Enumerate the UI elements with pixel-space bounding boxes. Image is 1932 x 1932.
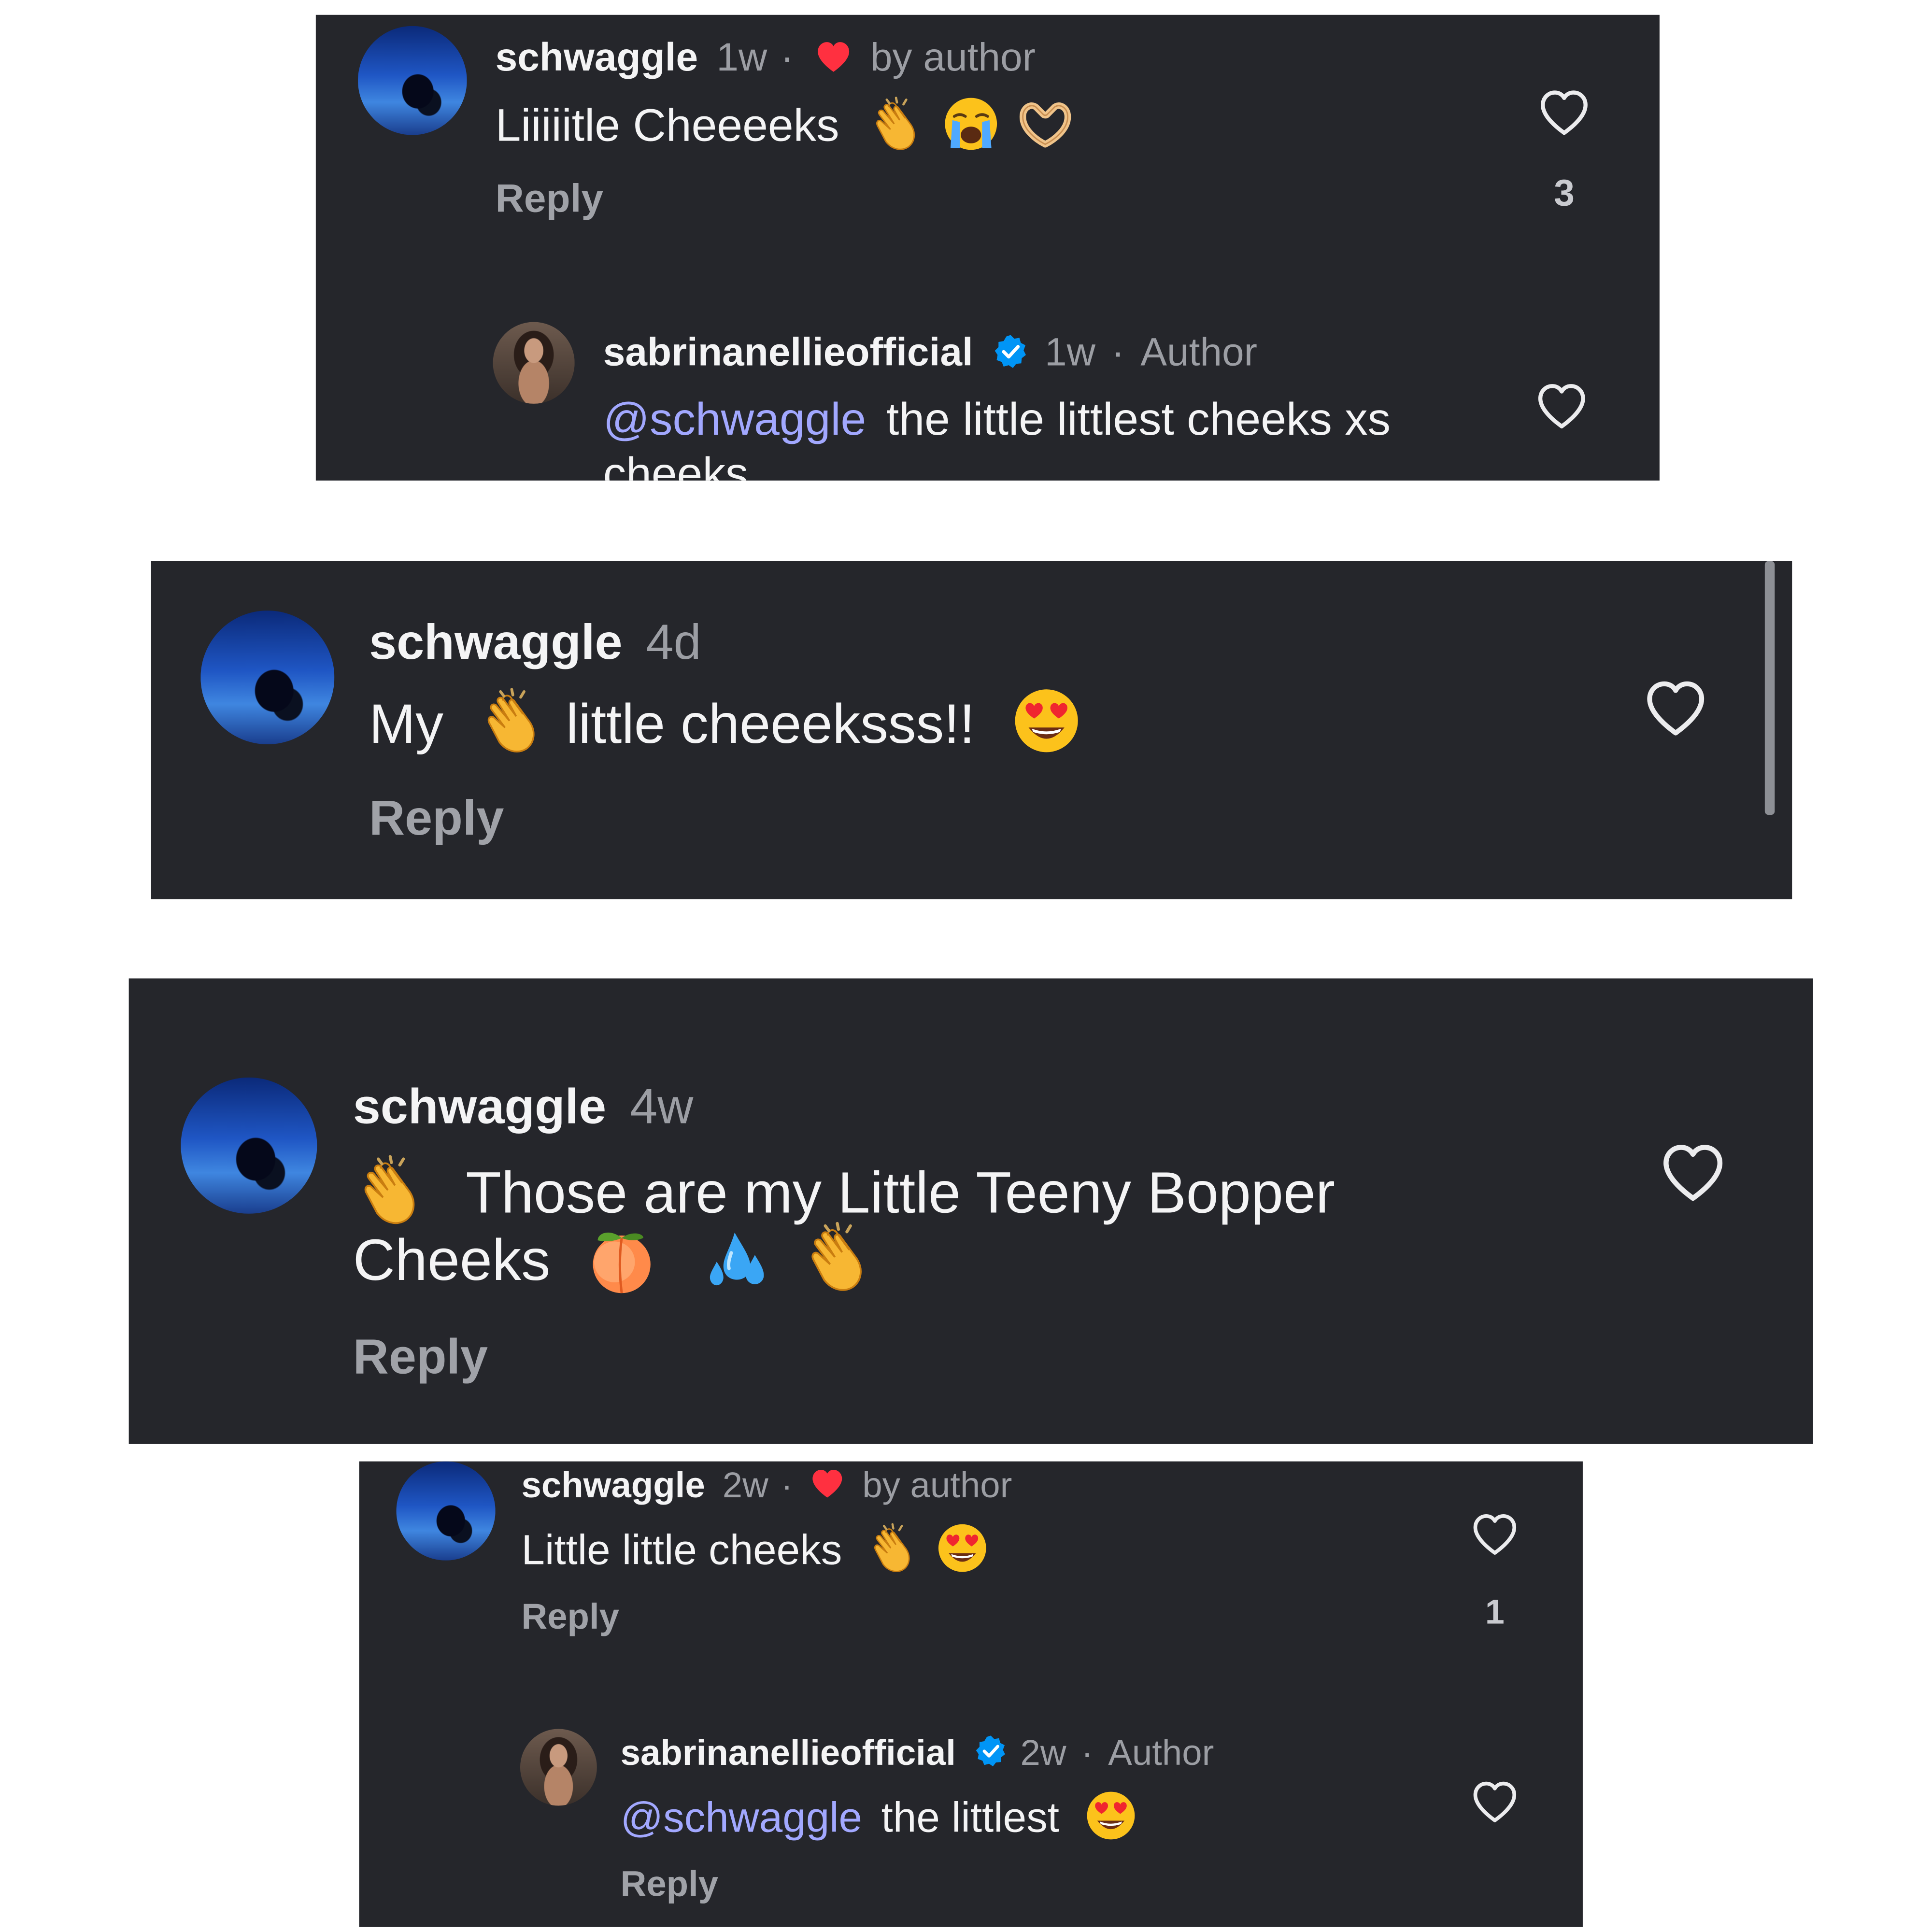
separator-dot: ·	[781, 34, 794, 80]
clapping-hands-emoji	[353, 1152, 432, 1229]
avatar[interactable]	[520, 1729, 597, 1806]
verified-badge-icon	[992, 333, 1029, 370]
comment-text: Liiiiitle Cheeeeks	[496, 99, 1076, 158]
comment-body: Little little cheeks	[521, 1527, 842, 1574]
sweat-droplets-emoji	[702, 1223, 774, 1295]
smiling-face-with-heart-eyes-emoji	[935, 1521, 989, 1576]
avatar[interactable]	[396, 1461, 496, 1561]
smiling-face-with-heart-eyes-emoji	[1010, 685, 1082, 757]
like-count: 1	[1485, 1592, 1505, 1631]
like-button[interactable]	[1469, 1776, 1521, 1828]
reply-header: sabrinanellieofficial 1w · Author	[603, 332, 1257, 373]
loudly-crying-face-emoji	[941, 94, 1001, 154]
timestamp: 2w	[1020, 1733, 1066, 1774]
reply-button[interactable]: Reply	[496, 178, 603, 218]
author-label: Author	[1108, 1733, 1214, 1774]
comment-text-continued: Cheeks	[353, 1226, 879, 1303]
comment-header: schwaggle 2w · by author	[521, 1466, 1012, 1506]
username[interactable]: sabrinanellieofficial	[603, 329, 973, 374]
smiling-face-with-heart-eyes-emoji	[1083, 1789, 1138, 1843]
reply-text: @schwaggle the littlest	[621, 1793, 1138, 1848]
username[interactable]: schwaggle	[369, 615, 622, 670]
clapping-hands-emoji	[476, 685, 551, 757]
like-button[interactable]	[1657, 1137, 1729, 1209]
comment-header: schwaggle 1w · by author	[496, 37, 1036, 80]
reply-body: the littlest	[881, 1794, 1059, 1842]
peach-emoji	[584, 1221, 661, 1298]
username[interactable]: sabrinanellieofficial	[621, 1734, 956, 1774]
reply-button[interactable]: Reply	[353, 1333, 488, 1382]
timestamp: 4w	[630, 1080, 694, 1135]
comment-body: little cheeeksss!!	[566, 692, 975, 755]
mention-link[interactable]: @schwaggle	[603, 394, 867, 444]
username[interactable]: schwaggle	[496, 35, 698, 79]
avatar[interactable]	[493, 322, 575, 404]
like-button[interactable]	[1535, 84, 1592, 141]
verified-badge-icon	[973, 1734, 1008, 1769]
avatar[interactable]	[181, 1077, 317, 1214]
username[interactable]: schwaggle	[521, 1466, 705, 1506]
timestamp: 2w	[722, 1466, 768, 1506]
author-label: Author	[1140, 329, 1258, 374]
clapping-hands-emoji	[867, 94, 929, 154]
comment-body: Those are my Little Teeny Bopper	[466, 1160, 1335, 1225]
page-canvas: schwaggle 1w · by author Liiiiitle Cheee…	[0, 0, 1932, 1932]
avatar[interactable]	[358, 26, 467, 135]
timestamp: 1w	[716, 34, 767, 80]
comment-text: My little cheeeksss!!	[369, 692, 1082, 764]
reply-text-continued: cheeks	[603, 448, 749, 481]
reply-body: the little littlest cheeks xs	[886, 394, 1391, 445]
comment-header: schwaggle 4d	[369, 618, 701, 668]
avatar[interactable]	[200, 611, 335, 745]
username[interactable]: schwaggle	[353, 1080, 606, 1135]
like-button[interactable]	[1469, 1508, 1521, 1561]
liked-by-author-label: by author	[862, 1466, 1012, 1506]
timestamp: 1w	[1044, 329, 1095, 374]
like-count: 3	[1554, 173, 1575, 214]
like-button[interactable]	[1641, 674, 1710, 743]
comment-panel-4: schwaggle 2w · by author Little little c…	[359, 1461, 1583, 1927]
comment-body: My	[369, 692, 443, 755]
separator-dot: ·	[1111, 329, 1125, 374]
comment-body: Liiiiitle Cheeeeks	[495, 100, 839, 151]
comment-text: Little little cheeks	[521, 1526, 989, 1580]
reply-text: @schwaggle the little littlest cheeks xs	[603, 397, 1391, 442]
comment-panel-1: schwaggle 1w · by author Liiiiitle Cheee…	[315, 14, 1660, 481]
heart-filled-icon	[812, 37, 854, 76]
clapping-hands-emoji	[866, 1521, 923, 1576]
clapping-hands-emoji	[799, 1219, 879, 1295]
comment-body: Cheeks	[353, 1226, 551, 1293]
separator-dot: ·	[1081, 1733, 1094, 1774]
reply-button[interactable]: Reply	[369, 794, 504, 844]
comment-panel-2: schwaggle 4d My little cheeeksss!! Reply	[151, 561, 1792, 899]
reply-button[interactable]: Reply	[621, 1867, 719, 1904]
heart-hands-emoji	[1014, 94, 1076, 154]
separator-dot: ·	[781, 1466, 793, 1506]
timestamp: 4d	[646, 615, 701, 670]
heart-filled-icon	[808, 1465, 847, 1503]
liked-by-author-label: by author	[870, 34, 1036, 80]
scrollbar[interactable]	[1764, 561, 1775, 815]
reply-button[interactable]: Reply	[521, 1600, 619, 1636]
like-button[interactable]	[1533, 378, 1590, 435]
mention-link[interactable]: @schwaggle	[621, 1794, 862, 1841]
reply-header: sabrinanellieofficial 2w · Author	[621, 1736, 1214, 1773]
comment-panel-3: schwaggle 4w Those are my Little Teeny B…	[128, 978, 1813, 1444]
comment-header: schwaggle 4w	[353, 1082, 694, 1132]
